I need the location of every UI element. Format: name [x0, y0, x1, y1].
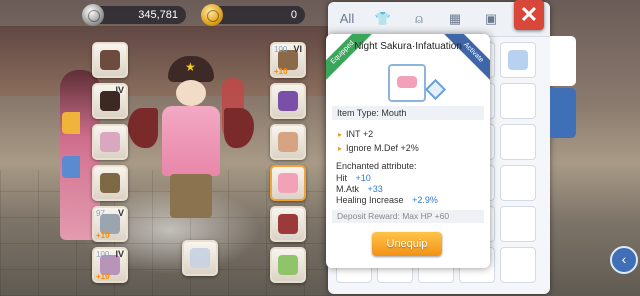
inventory-slot[interactable]: [500, 165, 536, 201]
refine-level: 100: [96, 250, 110, 259]
equipment-item-icon: [278, 255, 298, 275]
mouth-item-icon: [397, 76, 417, 88]
enchant-name: M.Atk: [336, 184, 360, 194]
equipment-item-icon: [278, 91, 298, 111]
slot-right-5[interactable]: [270, 206, 306, 242]
bullet-icon: ▸: [338, 144, 343, 153]
deposit-reward: Deposit Reward: Max HP +60: [332, 210, 484, 223]
refine-bonus: +10: [96, 231, 110, 240]
close-icon[interactable]: ✕: [514, 0, 544, 30]
refine-bonus: +10: [96, 272, 110, 281]
refine-level: 97: [96, 209, 105, 218]
slot-right-2[interactable]: [270, 83, 306, 119]
equipment-item-icon: [278, 173, 298, 193]
character-legs: [170, 174, 212, 218]
enchant-name: Hit: [336, 173, 347, 183]
zeny-coin-icon: [82, 4, 104, 26]
enchant-value: +33: [367, 184, 383, 194]
costume-slot[interactable]: [182, 240, 218, 276]
enchant-row: Healing Increase +2.9%: [336, 195, 438, 205]
equipment-item-icon: [100, 173, 120, 193]
slot-right-4[interactable]: [270, 165, 306, 201]
character-hat: [168, 56, 214, 82]
bag-icon[interactable]: ⍝: [408, 8, 430, 30]
bag-tab[interactable]: [550, 36, 576, 86]
enchant-row: Hit +10: [336, 173, 371, 183]
card-icon[interactable]: ▣: [480, 8, 502, 30]
base-stat-text: INT +2: [346, 129, 374, 139]
enchant-heading: Enchanted attribute:: [336, 161, 417, 171]
inventory-item-icon: [508, 50, 528, 70]
equipment-item-icon: [278, 214, 298, 234]
credit-amount: 0: [290, 9, 297, 21]
enchant-name: Healing Increase: [336, 195, 404, 205]
base-stat: ▸ Ignore M.Def +2%: [338, 143, 419, 153]
item-type: Item Type: Mouth: [332, 106, 484, 120]
slot-right-1[interactable]: 100 VI +10: [270, 42, 306, 78]
zeny-amount: 345,781: [138, 9, 178, 21]
slot-left-2[interactable]: IV: [92, 83, 128, 119]
equipment-item-icon: [278, 132, 298, 152]
item-tooltip: Equipped Activate Night Sakura·Infatuati…: [326, 34, 490, 268]
inventory-slot[interactable]: [500, 206, 536, 242]
grade-label: VI: [293, 44, 302, 54]
unequip-button[interactable]: Unequip: [372, 232, 442, 256]
character-face: [176, 80, 206, 106]
base-stat-text: Ignore M.Def +2%: [346, 143, 419, 153]
slot-right-6[interactable]: [270, 247, 306, 283]
inventory-slot[interactable]: [500, 124, 536, 160]
inventory-slot[interactable]: [500, 83, 536, 119]
bullet-icon: ▸: [338, 130, 343, 139]
inventory-slot[interactable]: [500, 42, 536, 78]
enchant-gem-icon: [424, 78, 447, 101]
slot-left-1[interactable]: [92, 42, 128, 78]
slot-left-5[interactable]: 97 V +10: [92, 206, 128, 242]
refine-level: 100: [274, 45, 288, 54]
wing-left: [128, 108, 158, 148]
enchant-row: M.Atk +33: [336, 184, 383, 194]
enchant-value: +10: [355, 173, 371, 183]
grid-icon[interactable]: ▦: [444, 8, 466, 30]
character-switch-icon[interactable]: [62, 156, 80, 178]
tab-all[interactable]: All: [336, 8, 358, 30]
item-title: Night Sakura·Infatuation: [354, 41, 462, 52]
prev-arrow-icon[interactable]: [62, 112, 80, 134]
base-stat: ▸ INT +2: [338, 129, 373, 139]
emblem-tab[interactable]: [550, 88, 576, 138]
panel-side-tabs: [550, 36, 576, 140]
slot-right-3[interactable]: [270, 124, 306, 160]
equipment-item-icon: [100, 132, 120, 152]
slot-left-4[interactable]: [92, 165, 128, 201]
gold-coin-icon: [201, 4, 223, 26]
inventory-slot[interactable]: [500, 247, 536, 283]
character-model: [128, 56, 254, 236]
costume-item-icon: [190, 248, 210, 268]
zeny-display: 345,781: [82, 4, 186, 26]
back-arrow-icon[interactable]: ‹: [610, 246, 638, 274]
item-icon: [388, 64, 426, 102]
refine-bonus: +10: [274, 67, 288, 76]
enchant-value: +2.9%: [412, 195, 438, 205]
slot-left-3[interactable]: [92, 124, 128, 160]
shirt-icon[interactable]: 👕: [372, 8, 394, 30]
equipment-item-icon: [100, 50, 120, 70]
character-outfit: [162, 106, 220, 176]
grade-label: IV: [115, 85, 124, 95]
slot-left-6[interactable]: 100 IV +10: [92, 247, 128, 283]
grade-label: V: [117, 208, 124, 218]
credit-display: 0: [201, 4, 305, 26]
grade-label: IV: [115, 249, 124, 259]
